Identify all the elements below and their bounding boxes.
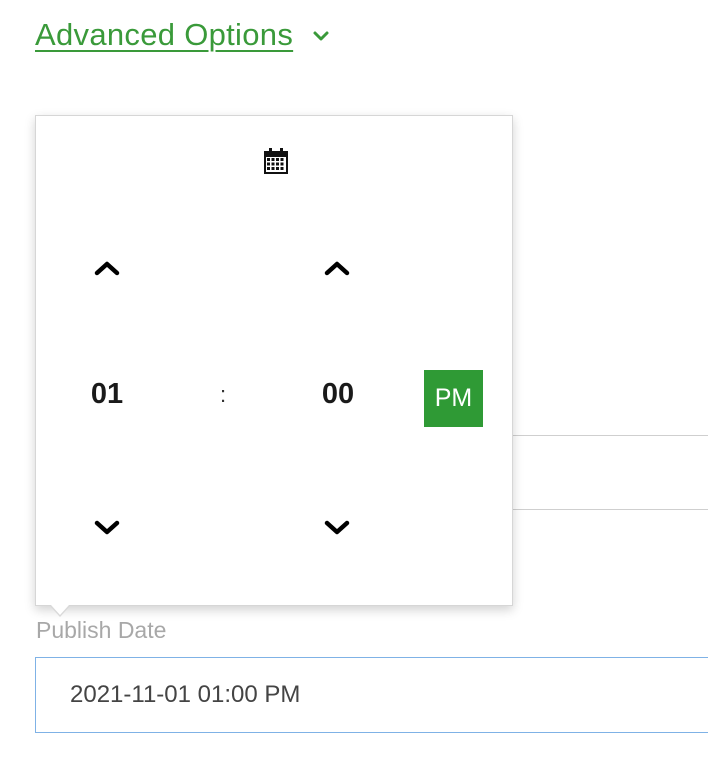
am-pm-toggle-button[interactable]: PM bbox=[424, 370, 483, 427]
background-field-border bbox=[513, 509, 708, 510]
decrement-hour-button[interactable] bbox=[87, 513, 127, 543]
hour-value[interactable]: 01 bbox=[77, 378, 137, 411]
page: Advanced Options 01 : 00 PM Publish Date… bbox=[0, 0, 708, 769]
decrement-minute-button[interactable] bbox=[317, 513, 357, 543]
increment-minute-button[interactable] bbox=[317, 253, 357, 283]
advanced-options-link[interactable]: Advanced Options bbox=[35, 17, 293, 53]
increment-hour-button[interactable] bbox=[87, 253, 127, 283]
publish-date-input[interactable] bbox=[35, 657, 708, 733]
chevron-down-icon bbox=[94, 520, 120, 535]
popup-arrow bbox=[51, 605, 69, 615]
calendar-icon[interactable] bbox=[264, 148, 288, 174]
chevron-up-icon bbox=[324, 261, 350, 276]
time-separator: : bbox=[219, 382, 227, 407]
publish-date-label: Publish Date bbox=[36, 617, 167, 643]
background-field-border bbox=[513, 435, 708, 436]
chevron-up-icon bbox=[94, 261, 120, 276]
chevron-down-icon[interactable] bbox=[311, 26, 331, 46]
chevron-down-icon bbox=[324, 520, 350, 535]
minute-value[interactable]: 00 bbox=[308, 378, 368, 411]
